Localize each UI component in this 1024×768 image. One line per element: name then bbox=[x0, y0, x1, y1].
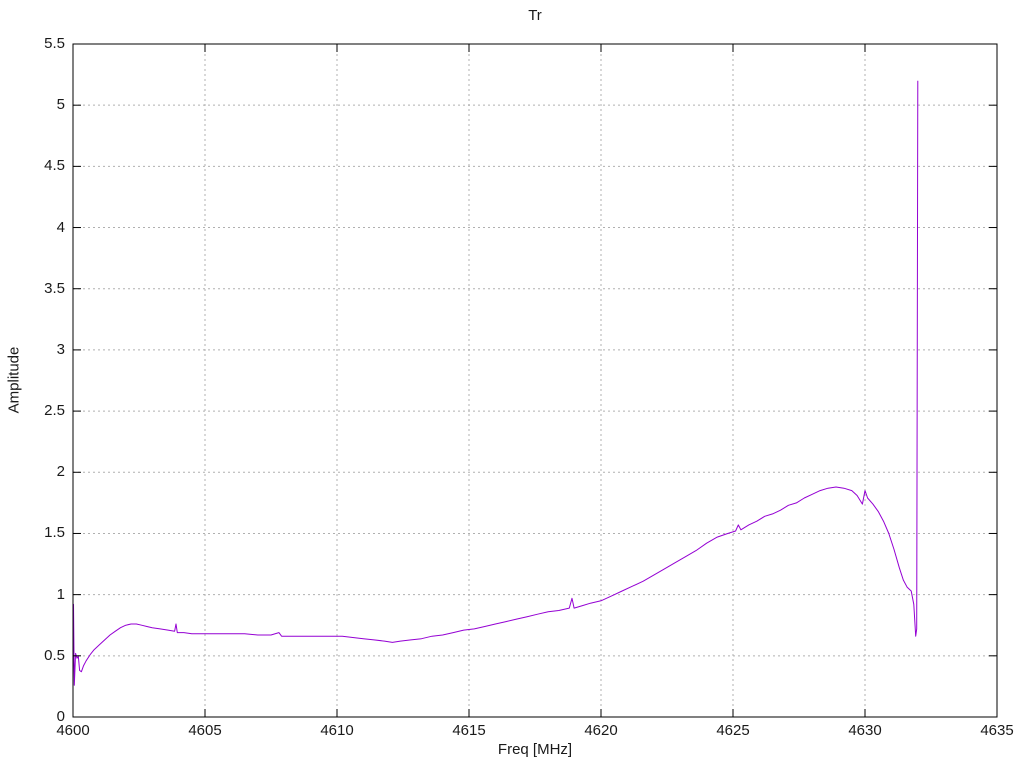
x-tick-label: 4625 bbox=[716, 722, 750, 739]
x-tick-label: 4605 bbox=[188, 722, 222, 739]
x-tick-label: 4610 bbox=[320, 722, 354, 739]
plot-canvas bbox=[72, 43, 998, 718]
y-tick-label: 4.5 bbox=[44, 157, 65, 175]
y-tick-label: 0 bbox=[56, 708, 65, 725]
x-tick-label: 4630 bbox=[848, 722, 882, 739]
chart-page: Tr Amplitude 4600 4605 4610 4615 4620 4625 463… bbox=[0, 0, 1024, 768]
y-tick-label: 1 bbox=[56, 585, 65, 603]
y-tick-label: 0.5 bbox=[44, 646, 65, 664]
y-tick-label: 5.5 bbox=[44, 35, 65, 52]
plot-border bbox=[72, 43, 998, 718]
y-tick-label: 4 bbox=[56, 218, 65, 236]
y-tick-label: 2 bbox=[56, 463, 65, 481]
y-tick-label: 3.5 bbox=[44, 279, 65, 297]
y-tick-label: 1.5 bbox=[44, 524, 65, 542]
y-tick-label: 3 bbox=[56, 340, 65, 358]
axis-tick-marks bbox=[72, 43, 998, 718]
grid-lines bbox=[73, 44, 997, 717]
x-tick-label: 4635 bbox=[980, 722, 1014, 739]
x-axis-label: Freq [MHz] bbox=[497, 741, 573, 758]
x-tick-label: 4615 bbox=[452, 722, 486, 739]
y-tick-label: 5 bbox=[56, 96, 65, 114]
y-tick-label: 2.5 bbox=[44, 402, 65, 420]
x-tick-label: 4620 bbox=[584, 722, 618, 739]
